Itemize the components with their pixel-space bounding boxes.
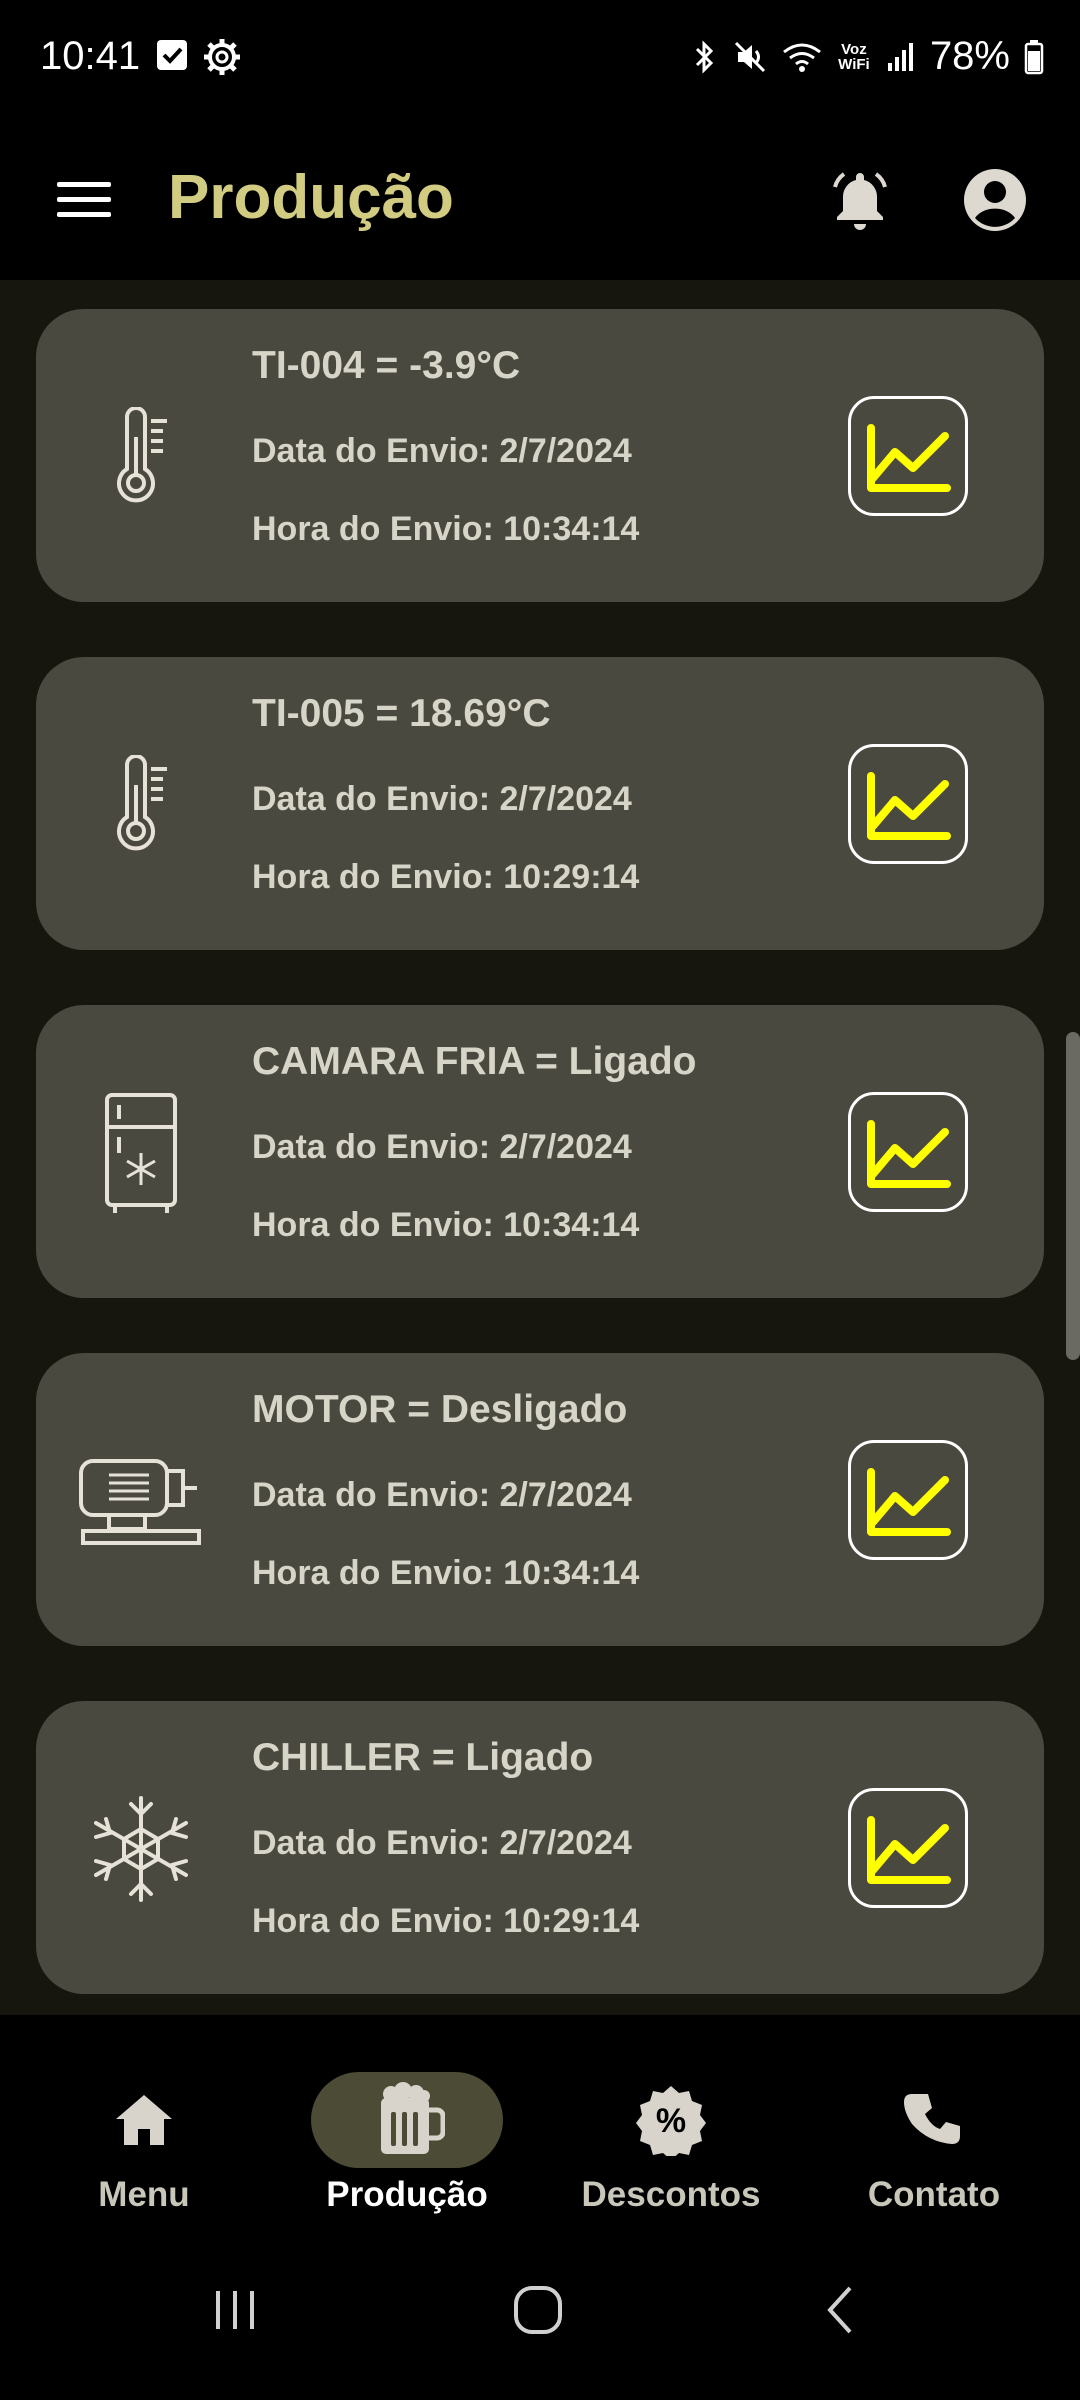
settings-gear-icon <box>204 39 240 75</box>
chart-button[interactable] <box>848 744 968 864</box>
send-date: Data do Envio: 2/7/2024 <box>252 1824 632 1862</box>
nav-item-descontos[interactable]: % Descontos <box>551 2055 791 2215</box>
back-button[interactable] <box>780 2265 900 2355</box>
mute-icon <box>734 41 765 72</box>
refrigerator-icon <box>76 1092 206 1213</box>
line-chart-icon <box>867 424 951 492</box>
chart-button[interactable] <box>848 1092 968 1212</box>
app-bar: Produção <box>0 120 1080 280</box>
line-chart-icon <box>867 1468 951 1536</box>
sensor-card: TI-004 = -3.9°C Data do Envio: 2/7/2024 … <box>36 309 1044 602</box>
status-bar: 10:41 Voz WiFi 78% <box>0 0 1080 120</box>
sensor-card: CHILLER = Ligado Data do Envio: 2/7/2024… <box>36 1701 1044 1994</box>
home-icon <box>116 2095 172 2145</box>
sensor-reading: CHILLER = Ligado <box>252 1736 594 1779</box>
recent-apps-button[interactable] <box>175 2265 295 2355</box>
home-circle-icon <box>514 2286 562 2334</box>
nav-pill <box>48 2072 240 2168</box>
chart-button[interactable] <box>848 1788 968 1908</box>
sensor-card: CAMARA FRIA = Ligado Data do Envio: 2/7/… <box>36 1005 1044 1298</box>
hamburger-icon <box>57 182 111 217</box>
status-left-icons <box>155 38 241 76</box>
signal-icon <box>887 42 913 71</box>
chart-button[interactable] <box>848 396 968 516</box>
bottom-navigation: Menu Produção % Descontos Contato <box>0 2015 1080 2225</box>
status-time: 10:41 <box>40 34 141 78</box>
check-square-icon <box>157 40 187 70</box>
home-button[interactable] <box>478 2265 598 2355</box>
line-chart-icon <box>867 1120 951 1188</box>
send-time: Hora do Envio: 10:29:14 <box>252 858 640 896</box>
status-right-icons: Voz WiFi 78% <box>692 34 1044 79</box>
wifi-icon <box>783 43 821 72</box>
send-time: Hora do Envio: 10:34:14 <box>252 1554 640 1592</box>
sensor-reading: MOTOR = Desligado <box>252 1388 628 1431</box>
system-navigation-bar <box>0 2225 1080 2400</box>
line-chart-icon <box>867 1816 951 1884</box>
motor-icon <box>76 1443 206 1558</box>
recent-apps-icon <box>216 2291 254 2329</box>
send-date: Data do Envio: 2/7/2024 <box>252 1476 632 1514</box>
nav-label: Menu <box>98 2175 190 2214</box>
send-time: Hora do Envio: 10:29:14 <box>252 1902 640 1940</box>
back-chevron-icon <box>827 2286 852 2334</box>
battery-percent: 78% <box>929 34 1010 78</box>
send-date: Data do Envio: 2/7/2024 <box>252 1128 632 1166</box>
nav-item-producao[interactable]: Produção <box>287 2055 527 2215</box>
beer-mug-icon <box>381 2082 445 2154</box>
svg-text:%: % <box>656 2102 686 2140</box>
send-time: Hora do Envio: 10:34:14 <box>252 510 640 548</box>
sensor-reading: TI-005 = 18.69°C <box>252 692 551 735</box>
chart-button[interactable] <box>848 1440 968 1560</box>
thermometer-icon <box>76 747 206 862</box>
nav-label: Descontos <box>581 2175 761 2214</box>
sensor-card: MOTOR = Desligado Data do Envio: 2/7/202… <box>36 1353 1044 1646</box>
snowflake-icon <box>76 1791 206 1906</box>
line-chart-icon <box>867 772 951 840</box>
send-time: Hora do Envio: 10:34:14 <box>252 1206 640 1244</box>
phone-icon <box>904 2094 960 2144</box>
sensor-card: TI-005 = 18.69°C Data do Envio: 2/7/2024… <box>36 657 1044 950</box>
page-title: Produção <box>168 163 454 232</box>
discount-badge-icon: % <box>636 2086 706 2156</box>
sensor-reading: TI-004 = -3.9°C <box>252 344 521 387</box>
nav-label: Contato <box>867 2175 1001 2214</box>
bluetooth-icon <box>695 39 714 74</box>
voz-wifi-label: Voz WiFi <box>838 40 870 73</box>
send-date: Data do Envio: 2/7/2024 <box>252 432 632 470</box>
nav-pill: % <box>575 2072 767 2168</box>
profile-button[interactable] <box>955 145 1035 255</box>
sensor-list[interactable]: TI-004 = -3.9°C Data do Envio: 2/7/2024 … <box>0 280 1080 2015</box>
sensor-reading: CAMARA FRIA = Ligado <box>252 1040 697 1083</box>
bell-icon <box>833 172 887 230</box>
scrollbar[interactable] <box>1066 1032 1080 1360</box>
notifications-button[interactable] <box>820 145 900 255</box>
nav-pill-active <box>311 2072 503 2168</box>
send-date: Data do Envio: 2/7/2024 <box>252 780 632 818</box>
hamburger-menu-button[interactable] <box>50 165 120 235</box>
nav-label: Produção <box>326 2175 488 2214</box>
account-circle-icon <box>964 169 1026 231</box>
nav-item-contato[interactable]: Contato <box>814 2055 1054 2215</box>
nav-item-menu[interactable]: Menu <box>24 2055 264 2215</box>
nav-pill <box>838 2072 1030 2168</box>
thermometer-icon <box>76 399 206 514</box>
battery-icon <box>1024 39 1044 74</box>
